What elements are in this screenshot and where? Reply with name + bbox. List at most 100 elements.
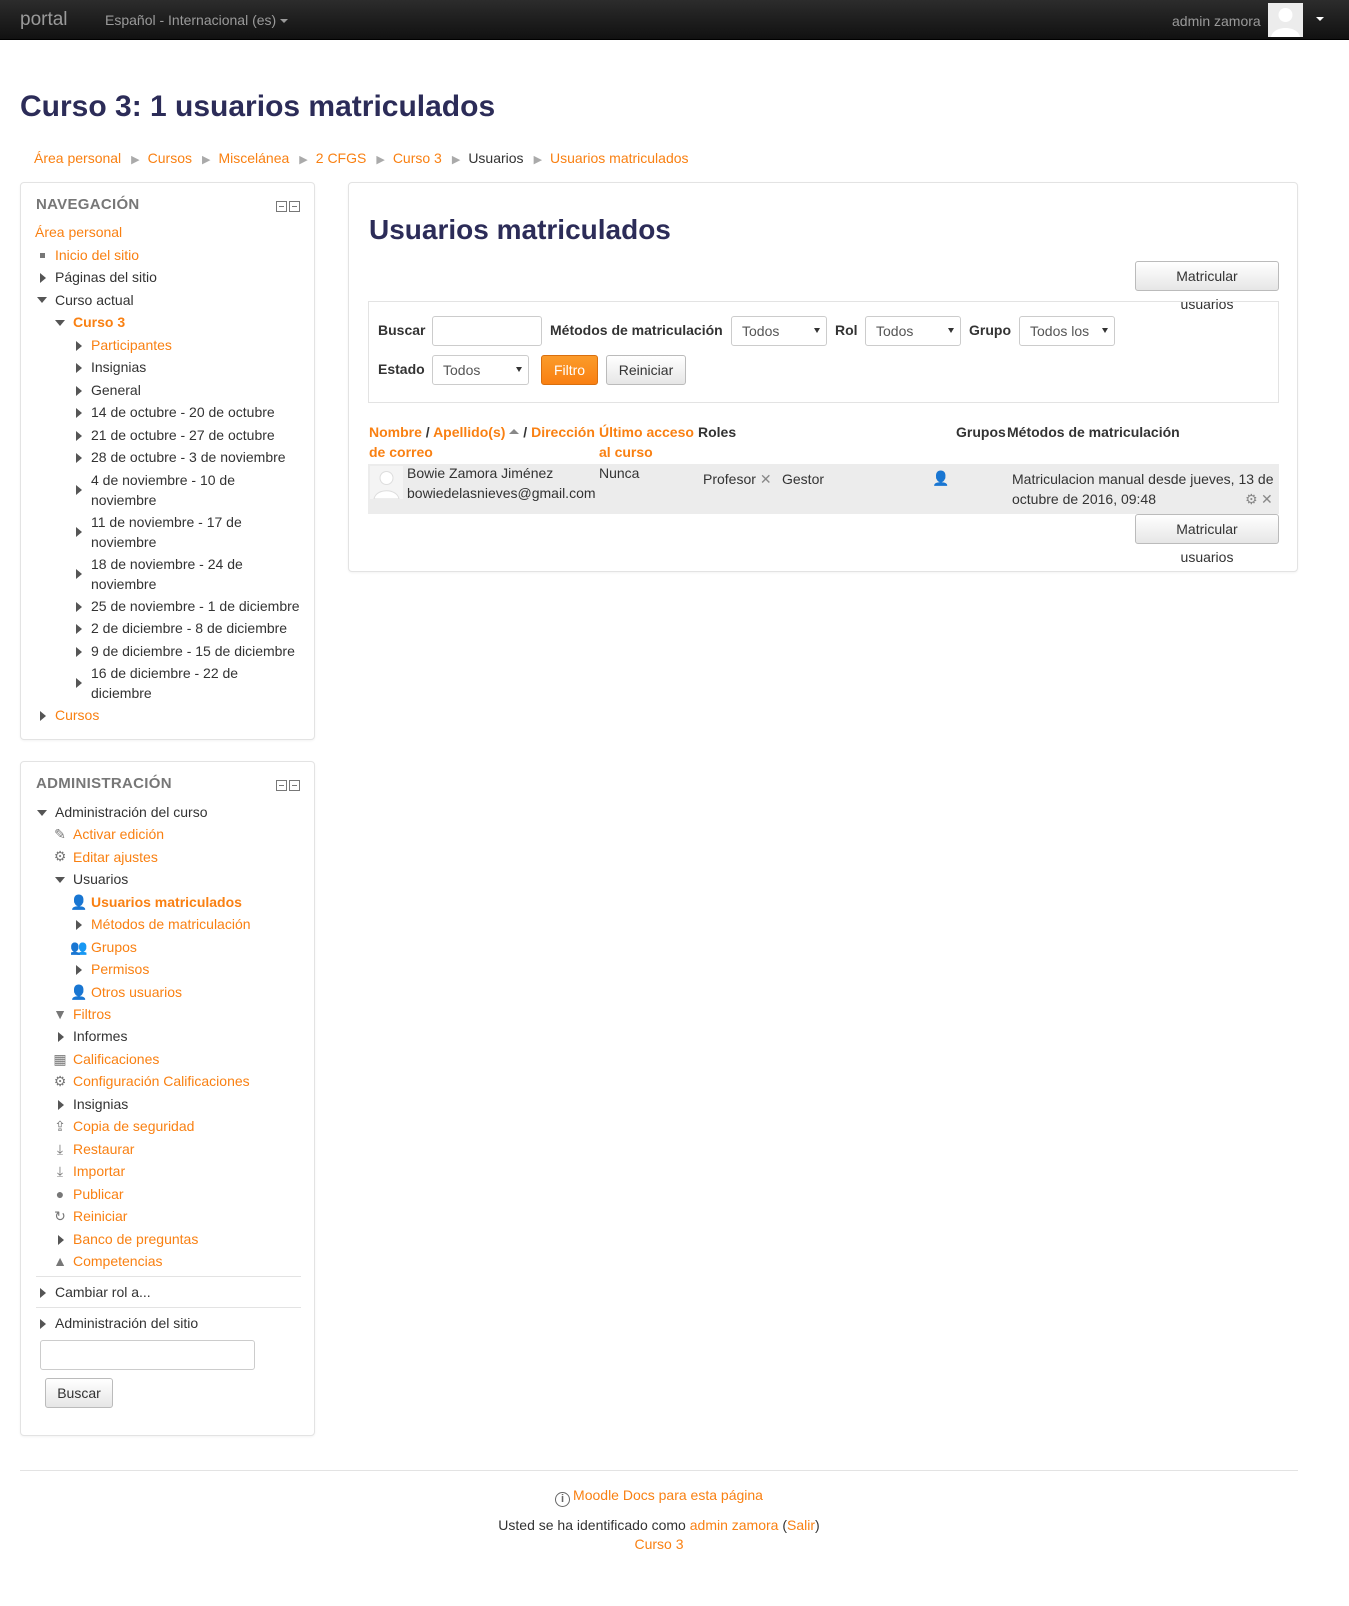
admin-search-button[interactable]: Buscar — [45, 1378, 113, 1408]
expand-icon[interactable] — [40, 711, 46, 721]
nav-week[interactable]: 2 de diciembre - 8 de diciembre — [91, 619, 287, 639]
expand-icon[interactable] — [76, 624, 82, 634]
expand-icon[interactable] — [40, 273, 46, 283]
expand-icon[interactable] — [76, 678, 82, 688]
nav-paginas[interactable]: Páginas del sitio — [55, 268, 157, 288]
user-picture[interactable] — [370, 466, 403, 499]
dock-icon[interactable] — [289, 201, 300, 212]
admin-competencias[interactable]: Competencias — [73, 1252, 163, 1272]
metodos-select[interactable]: Todos — [731, 316, 827, 346]
collapse-arrow-icon[interactable] — [55, 320, 65, 326]
sort-nombre-link[interactable]: Nombre — [369, 424, 422, 440]
filtro-button[interactable]: Filtro — [541, 355, 598, 385]
collapse-arrow-icon[interactable] — [37, 297, 47, 303]
admin-permisos[interactable]: Permisos — [91, 960, 149, 980]
nav-curso-actual[interactable]: Curso actual — [55, 291, 134, 311]
nav-inicio[interactable]: Inicio del sitio — [55, 246, 139, 266]
admin-insignias[interactable]: Insignias — [73, 1095, 128, 1115]
collapse-arrow-icon[interactable] — [37, 810, 47, 816]
admin-copia-seguridad[interactable]: Copia de seguridad — [73, 1117, 194, 1137]
sort-acceso-link[interactable]: Último acceso — [599, 424, 694, 440]
admin-importar[interactable]: Importar — [73, 1162, 125, 1182]
admin-activar-edicion[interactable]: Activar edición — [73, 825, 164, 845]
nav-curso3[interactable]: Curso 3 — [73, 313, 125, 333]
collapse-icon[interactable] — [276, 201, 287, 212]
admin-cambiar-rol[interactable]: Cambiar rol a... — [55, 1283, 151, 1303]
expand-icon[interactable] — [76, 527, 82, 537]
reiniciar-button[interactable]: Reiniciar — [606, 355, 686, 385]
admin-reiniciar[interactable]: Reiniciar — [73, 1207, 127, 1227]
expand-icon[interactable] — [40, 1319, 46, 1329]
admin-usuarios-matriculados[interactable]: Usuarios matriculados — [91, 893, 242, 913]
nav-week[interactable]: 16 de diciembre - 22 de diciembre — [91, 664, 271, 703]
sort-acceso-link-2[interactable]: al curso — [599, 444, 653, 460]
nav-week[interactable]: 18 de noviembre - 24 de noviembre — [91, 555, 271, 594]
admin-curso[interactable]: Administración del curso — [55, 803, 208, 823]
sort-apellido-link[interactable]: Apellido(s) — [433, 424, 505, 440]
nav-general[interactable]: General — [91, 381, 141, 401]
admin-informes[interactable]: Informes — [73, 1027, 127, 1047]
nav-week[interactable]: 25 de noviembre - 1 de diciembre — [91, 597, 300, 617]
expand-icon[interactable] — [76, 453, 82, 463]
nav-week[interactable]: 11 de noviembre - 17 de noviembre — [91, 513, 271, 552]
breadcrumb-usuarios-matriculados[interactable]: Usuarios matriculados — [550, 150, 689, 166]
dock-icon[interactable] — [289, 780, 300, 791]
admin-filtros[interactable]: Filtros — [73, 1005, 111, 1025]
sort-email-link-2[interactable]: de correo — [369, 444, 433, 460]
remove-role-icon[interactable]: ✕ — [760, 471, 772, 487]
breadcrumb-2cfgs[interactable]: 2 CFGS — [316, 150, 367, 166]
unenrol-icon[interactable]: ✕ — [1261, 490, 1273, 510]
expand-icon[interactable] — [58, 1032, 64, 1042]
admin-otros-usuarios[interactable]: Otros usuarios — [91, 983, 182, 1003]
admin-publicar[interactable]: Publicar — [73, 1185, 124, 1205]
expand-icon[interactable] — [76, 965, 82, 975]
expand-icon[interactable] — [76, 363, 82, 373]
breadcrumb-curso3[interactable]: Curso 3 — [393, 150, 442, 166]
nav-participantes[interactable]: Participantes — [91, 336, 172, 356]
user-avatar[interactable] — [1268, 3, 1303, 37]
expand-icon[interactable] — [76, 920, 82, 930]
moodle-docs-link[interactable]: Moodle Docs para esta página — [573, 1487, 763, 1503]
site-brand[interactable]: portal — [20, 9, 68, 31]
buscar-input[interactable] — [432, 316, 542, 346]
admin-calificaciones[interactable]: Calificaciones — [73, 1050, 159, 1070]
user-full-name[interactable]: Bowie Zamora Jiménez — [407, 464, 553, 484]
expand-icon[interactable] — [76, 386, 82, 396]
estado-select[interactable]: Todos — [432, 355, 529, 385]
admin-usuarios[interactable]: Usuarios — [73, 870, 128, 890]
expand-icon[interactable] — [76, 647, 82, 657]
nav-week[interactable]: 21 de octubre - 27 de octubre — [91, 426, 275, 446]
admin-banco-preguntas[interactable]: Banco de preguntas — [73, 1230, 198, 1250]
expand-icon[interactable] — [76, 341, 82, 351]
collapse-icon[interactable] — [276, 780, 287, 791]
footer-course-link[interactable]: Curso 3 — [634, 1536, 683, 1552]
nav-area-personal[interactable]: Área personal — [35, 223, 122, 243]
language-menu[interactable]: Español - Internacional (es) — [105, 12, 289, 28]
expand-icon[interactable] — [76, 431, 82, 441]
admin-restaurar[interactable]: Restaurar — [73, 1140, 134, 1160]
expand-icon[interactable] — [58, 1100, 64, 1110]
nav-week[interactable]: 9 de diciembre - 15 de diciembre — [91, 642, 295, 662]
breadcrumb-cursos[interactable]: Cursos — [148, 150, 192, 166]
nav-insignias[interactable]: Insignias — [91, 358, 146, 378]
admin-metodos[interactable]: Métodos de matriculación — [91, 915, 251, 935]
enrol-users-button-bottom[interactable]: Matricular usuarios — [1135, 514, 1279, 565]
enrol-settings-gear-icon[interactable]: ⚙ — [1245, 490, 1258, 510]
admin-editar-ajustes[interactable]: Editar ajustes — [73, 848, 158, 868]
grupo-select[interactable]: Todos los — [1019, 316, 1115, 346]
nav-week[interactable]: 28 de octubre - 3 de noviembre — [91, 448, 286, 468]
admin-config-calificaciones[interactable]: Configuración Calificaciones — [73, 1072, 250, 1092]
nav-week[interactable]: 14 de octubre - 20 de octubre — [91, 403, 275, 423]
expand-icon[interactable] — [58, 1235, 64, 1245]
logout-link[interactable]: Salir — [787, 1517, 815, 1533]
footer-user-link[interactable]: admin zamora — [690, 1517, 779, 1533]
nav-week[interactable]: 4 de noviembre - 10 de noviembre — [91, 471, 271, 510]
admin-grupos[interactable]: Grupos — [91, 938, 137, 958]
breadcrumb-miscelanea[interactable]: Miscelánea — [218, 150, 289, 166]
enrol-users-button-top[interactable]: Matricular usuarios — [1135, 261, 1279, 312]
expand-icon[interactable] — [76, 602, 82, 612]
user-menu-chevron-icon[interactable] — [1316, 17, 1324, 21]
expand-icon[interactable] — [76, 569, 82, 579]
rol-select[interactable]: Todos — [865, 316, 961, 346]
nav-cursos[interactable]: Cursos — [55, 706, 99, 726]
